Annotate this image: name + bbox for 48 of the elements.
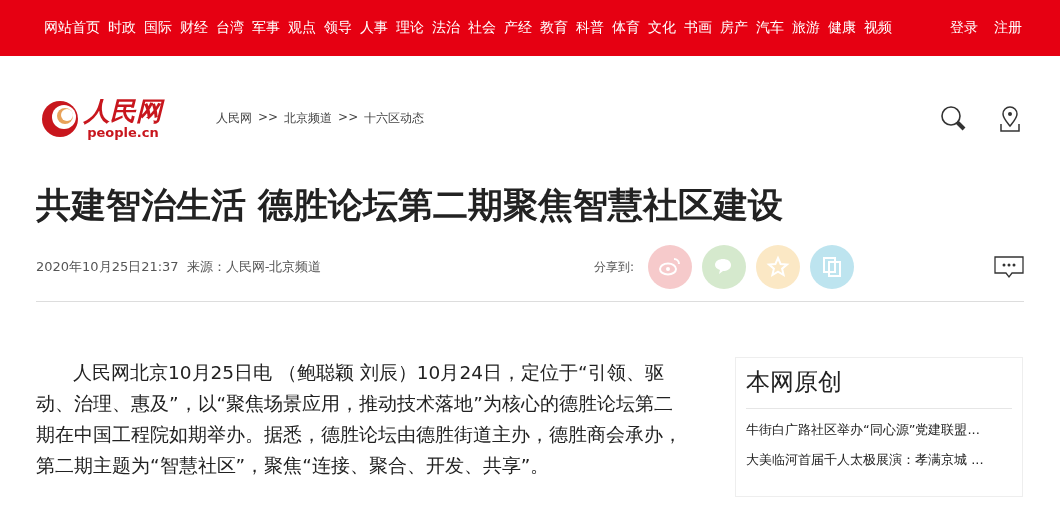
star-icon	[766, 255, 790, 279]
breadcrumb-link[interactable]: 十六区动态	[364, 110, 425, 127]
article-title: 共建智治生活 德胜论坛第二期聚焦智慧社区建设	[35, 184, 785, 227]
breadcrumb-link[interactable]: 北京频道	[284, 110, 333, 127]
share-button[interactable]	[702, 245, 746, 289]
nav-link[interactable]: 军事	[248, 19, 284, 37]
nav-link[interactable]: 财经	[176, 19, 212, 37]
share-button[interactable]	[756, 245, 800, 289]
breadcrumb-link[interactable]: 人民网	[216, 110, 252, 127]
nav-link[interactable]: 台湾	[212, 19, 248, 37]
nav-link[interactable]: 法治	[428, 19, 464, 37]
nav-link[interactable]: 文化	[644, 19, 680, 37]
search-icon[interactable]	[940, 104, 968, 133]
nav-link[interactable]: 科普	[572, 19, 608, 37]
nav-link[interactable]: 房产	[716, 19, 752, 37]
nav-link[interactable]: 体育	[608, 19, 644, 37]
share-label: 分享到:	[593, 258, 634, 276]
logo-domain: people.cn	[87, 126, 159, 139]
nav-link[interactable]: 网站首页	[40, 19, 104, 37]
nav-link[interactable]: 健康	[824, 19, 860, 37]
nav-link[interactable]: 汽车	[752, 19, 788, 37]
nav-link[interactable]: 视频	[860, 19, 896, 37]
logo-swirl-icon	[40, 98, 80, 139]
nav-link[interactable]: 领导	[320, 19, 356, 37]
nav-link[interactable]: 观点	[284, 19, 320, 37]
share-button[interactable]	[648, 245, 692, 289]
nav-link[interactable]: 社会	[464, 19, 500, 37]
sidebar-title: 本网原创	[746, 366, 1012, 409]
share-button[interactable]	[810, 245, 854, 289]
nav-link[interactable]: 旅游	[788, 19, 824, 37]
sidebar-link[interactable]: 牛街白广路社区举办“同心源”党建联盟...	[746, 421, 1012, 439]
breadcrumb-separator: >>	[258, 110, 279, 126]
comment-icon[interactable]	[994, 255, 1024, 279]
nav-link[interactable]: 时政	[104, 19, 140, 37]
sidebar-link[interactable]: 大美临河首届千人太极展演：孝满京城 ...	[746, 451, 1012, 469]
nav-link[interactable]: 书画	[680, 19, 716, 37]
article-source: 来源：人民网-北京频道	[186, 258, 322, 276]
breadcrumb-separator: >>	[338, 110, 359, 126]
account-link[interactable]: 登录	[946, 19, 982, 37]
copy-icon	[820, 255, 844, 279]
article-paragraph: 人民网北京10月25日电 （鲍聪颖 刘辰）10月24日，定位于“引领、驱动、治理、惠及”，以“聚焦场景应用，推动技术落地”为核心的德胜论坛第二期在中国工程院如期举办。据悉，德胜论坛由德胜街道主办，德胜商会承办，第二期主题为“智慧社区”，聚焦“连接、聚合、开发、共享”。	[36, 361, 683, 478]
nav-link[interactable]: 理论	[392, 19, 428, 37]
publish-time: 2020年10月25日21:37	[36, 258, 179, 276]
nav-link[interactable]: 国际	[140, 19, 176, 37]
account-link[interactable]: 注册	[990, 19, 1026, 37]
nav-link[interactable]: 教育	[536, 19, 572, 37]
nav-link[interactable]: 人事	[356, 19, 392, 37]
nav-link[interactable]: 产经	[500, 19, 536, 37]
